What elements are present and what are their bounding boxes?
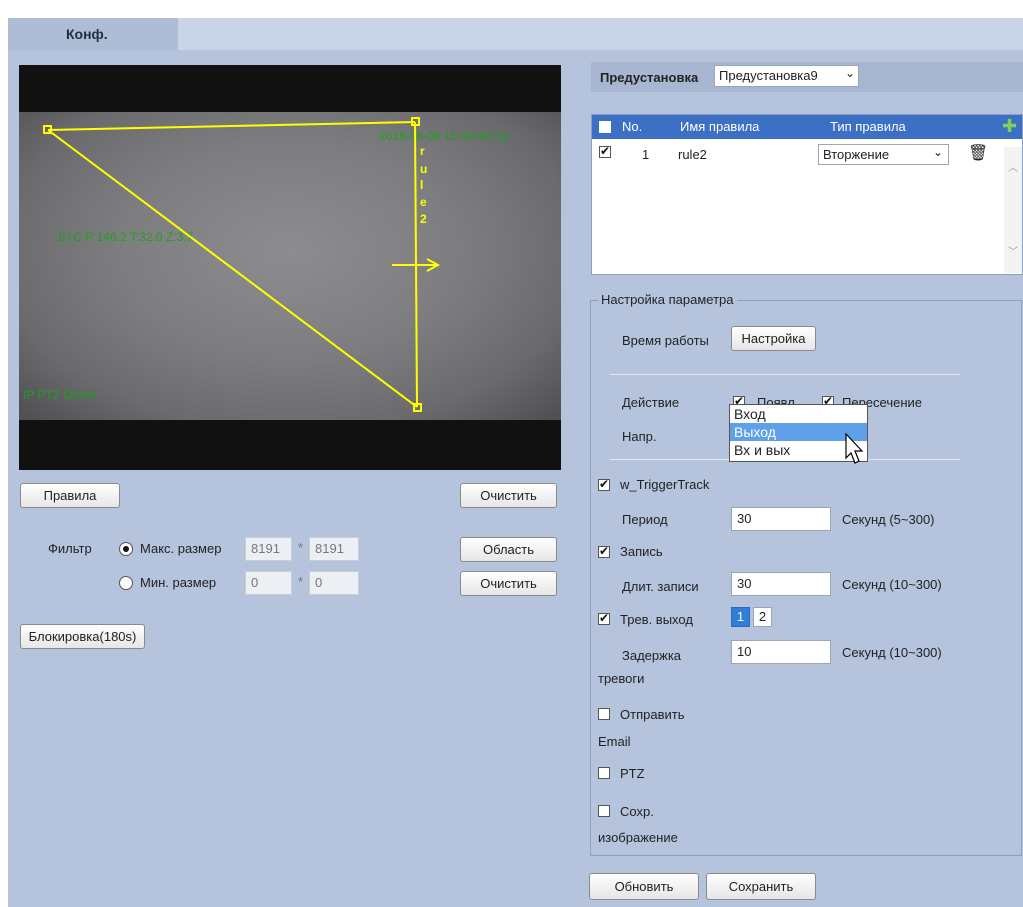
rules-table: No. Имя правила Тип правила ✚ 1 rule2 Вт…	[591, 114, 1023, 275]
params-legend: Настройка параметра	[598, 292, 737, 307]
rules-button[interactable]: Правила	[20, 483, 120, 508]
row-checkbox[interactable]	[599, 144, 611, 158]
save-button[interactable]: Сохранить	[706, 873, 816, 900]
row-no: 1	[642, 147, 650, 162]
rule-type-select[interactable]: Вторжение ⌄	[818, 144, 949, 165]
times-sign: *	[298, 574, 304, 589]
direction-option[interactable]: Вход	[730, 405, 867, 423]
send-email-label: Отправить	[620, 707, 685, 722]
direction-label: Напр.	[622, 429, 657, 444]
max-height-input[interactable]: 8191	[309, 537, 359, 561]
alarm-delay-label-2: тревоги	[598, 671, 645, 686]
action-label: Действие	[622, 395, 680, 410]
preset-label: Предустановка	[600, 70, 699, 85]
cursor-icon	[845, 432, 864, 464]
save-snapshot-checkbox[interactable]	[598, 805, 610, 817]
rule-label-char: 2	[420, 212, 427, 226]
divider	[610, 374, 960, 375]
alarm-out-1-button[interactable]: 1	[731, 607, 750, 627]
scroll-down-icon[interactable]: ﹀	[1008, 243, 1018, 258]
trigger-track-label: w_TriggerTrack	[620, 477, 710, 492]
min-size-radio[interactable]	[119, 576, 133, 590]
trash-icon[interactable]: 🗑	[968, 143, 988, 163]
col-no: No.	[622, 119, 643, 134]
alarm-out-checkbox[interactable]	[598, 611, 610, 625]
ptz-checkbox[interactable]	[598, 767, 610, 779]
col-rule-type: Тип правила	[830, 119, 906, 134]
max-size-label: Макс. размер	[140, 541, 222, 556]
trigger-track-checkbox[interactable]	[598, 477, 610, 491]
record-length-label: Длит. записи	[622, 579, 699, 594]
record-checkbox[interactable]	[598, 544, 610, 558]
clear-button[interactable]: Очистить	[460, 483, 557, 508]
table-row[interactable]: 1 rule2 Вторжение ⌄ 🗑	[592, 139, 1022, 167]
record-length-unit: Секунд (10~300)	[842, 577, 942, 592]
refresh-button[interactable]: Обновить	[589, 873, 699, 900]
alarm-delay-input[interactable]: 10	[731, 640, 831, 664]
preset-select-value: Предустановка9	[719, 68, 818, 83]
rules-table-header: No. Имя правила Тип правила ✚	[592, 115, 1022, 139]
row-rule-name: rule2	[678, 147, 707, 162]
scrollbar[interactable]: ︿ ﹀	[1004, 147, 1022, 273]
save-snapshot-label: Сохр.	[620, 804, 654, 819]
alarm-out-2-button[interactable]: 2	[753, 607, 772, 627]
work-time-label: Время работы	[622, 333, 709, 348]
times-sign: *	[298, 540, 304, 555]
plus-icon[interactable]: ✚	[1002, 116, 1017, 137]
alarm-delay-unit: Секунд (10~300)	[842, 645, 942, 660]
alarm-delay-label: Задержка	[622, 648, 682, 663]
rule-overlay[interactable]: r u l e 2	[19, 65, 561, 470]
tab-config[interactable]: Конф.	[8, 18, 178, 50]
rule-type-value: Вторжение	[823, 147, 890, 162]
rule-label-char: e	[420, 195, 427, 209]
ptz-label: PTZ	[620, 766, 645, 781]
rule-label-char: u	[420, 162, 427, 176]
rule-label-char: r	[420, 144, 425, 158]
max-width-input[interactable]: 8191	[245, 537, 292, 561]
alarm-out-label: Трев. выход	[620, 612, 693, 627]
preset-select[interactable]: Предустановка9 ⌄	[714, 65, 859, 87]
scroll-up-icon[interactable]: ︿	[1008, 159, 1018, 174]
clear-area-button[interactable]: Очистить	[460, 571, 557, 596]
setup-button[interactable]: Настройка	[731, 326, 816, 351]
chevron-down-icon: ⌄	[844, 66, 855, 80]
period-input[interactable]: 30	[731, 507, 831, 531]
min-size-label: Мин. размер	[140, 575, 217, 590]
filter-label: Фильтр	[48, 541, 92, 556]
max-size-radio[interactable]	[119, 542, 133, 556]
col-rule-name: Имя правила	[680, 119, 760, 134]
tab-config-label: Конф.	[66, 26, 108, 42]
save-snapshot-label-2: изображение	[598, 830, 678, 845]
period-label: Период	[622, 512, 668, 527]
video-preview[interactable]: 2018-06-08 15:49:46 Ср BTC P:146.2 T:32.…	[19, 65, 561, 470]
select-all-checkbox[interactable]	[599, 119, 611, 133]
period-unit: Секунд (5~300)	[842, 512, 935, 527]
block-button[interactable]: Блокировка(180s)	[20, 624, 145, 649]
send-email-checkbox[interactable]	[598, 708, 610, 720]
record-length-input[interactable]: 30	[731, 572, 831, 596]
record-label: Запись	[620, 544, 663, 559]
rule-label-char: l	[420, 178, 423, 192]
chevron-down-icon: ⌄	[932, 145, 943, 159]
send-email-label-2: Email	[598, 734, 631, 749]
min-height-input[interactable]: 0	[309, 571, 359, 595]
area-button[interactable]: Область	[460, 537, 557, 562]
min-width-input[interactable]: 0	[245, 571, 292, 595]
